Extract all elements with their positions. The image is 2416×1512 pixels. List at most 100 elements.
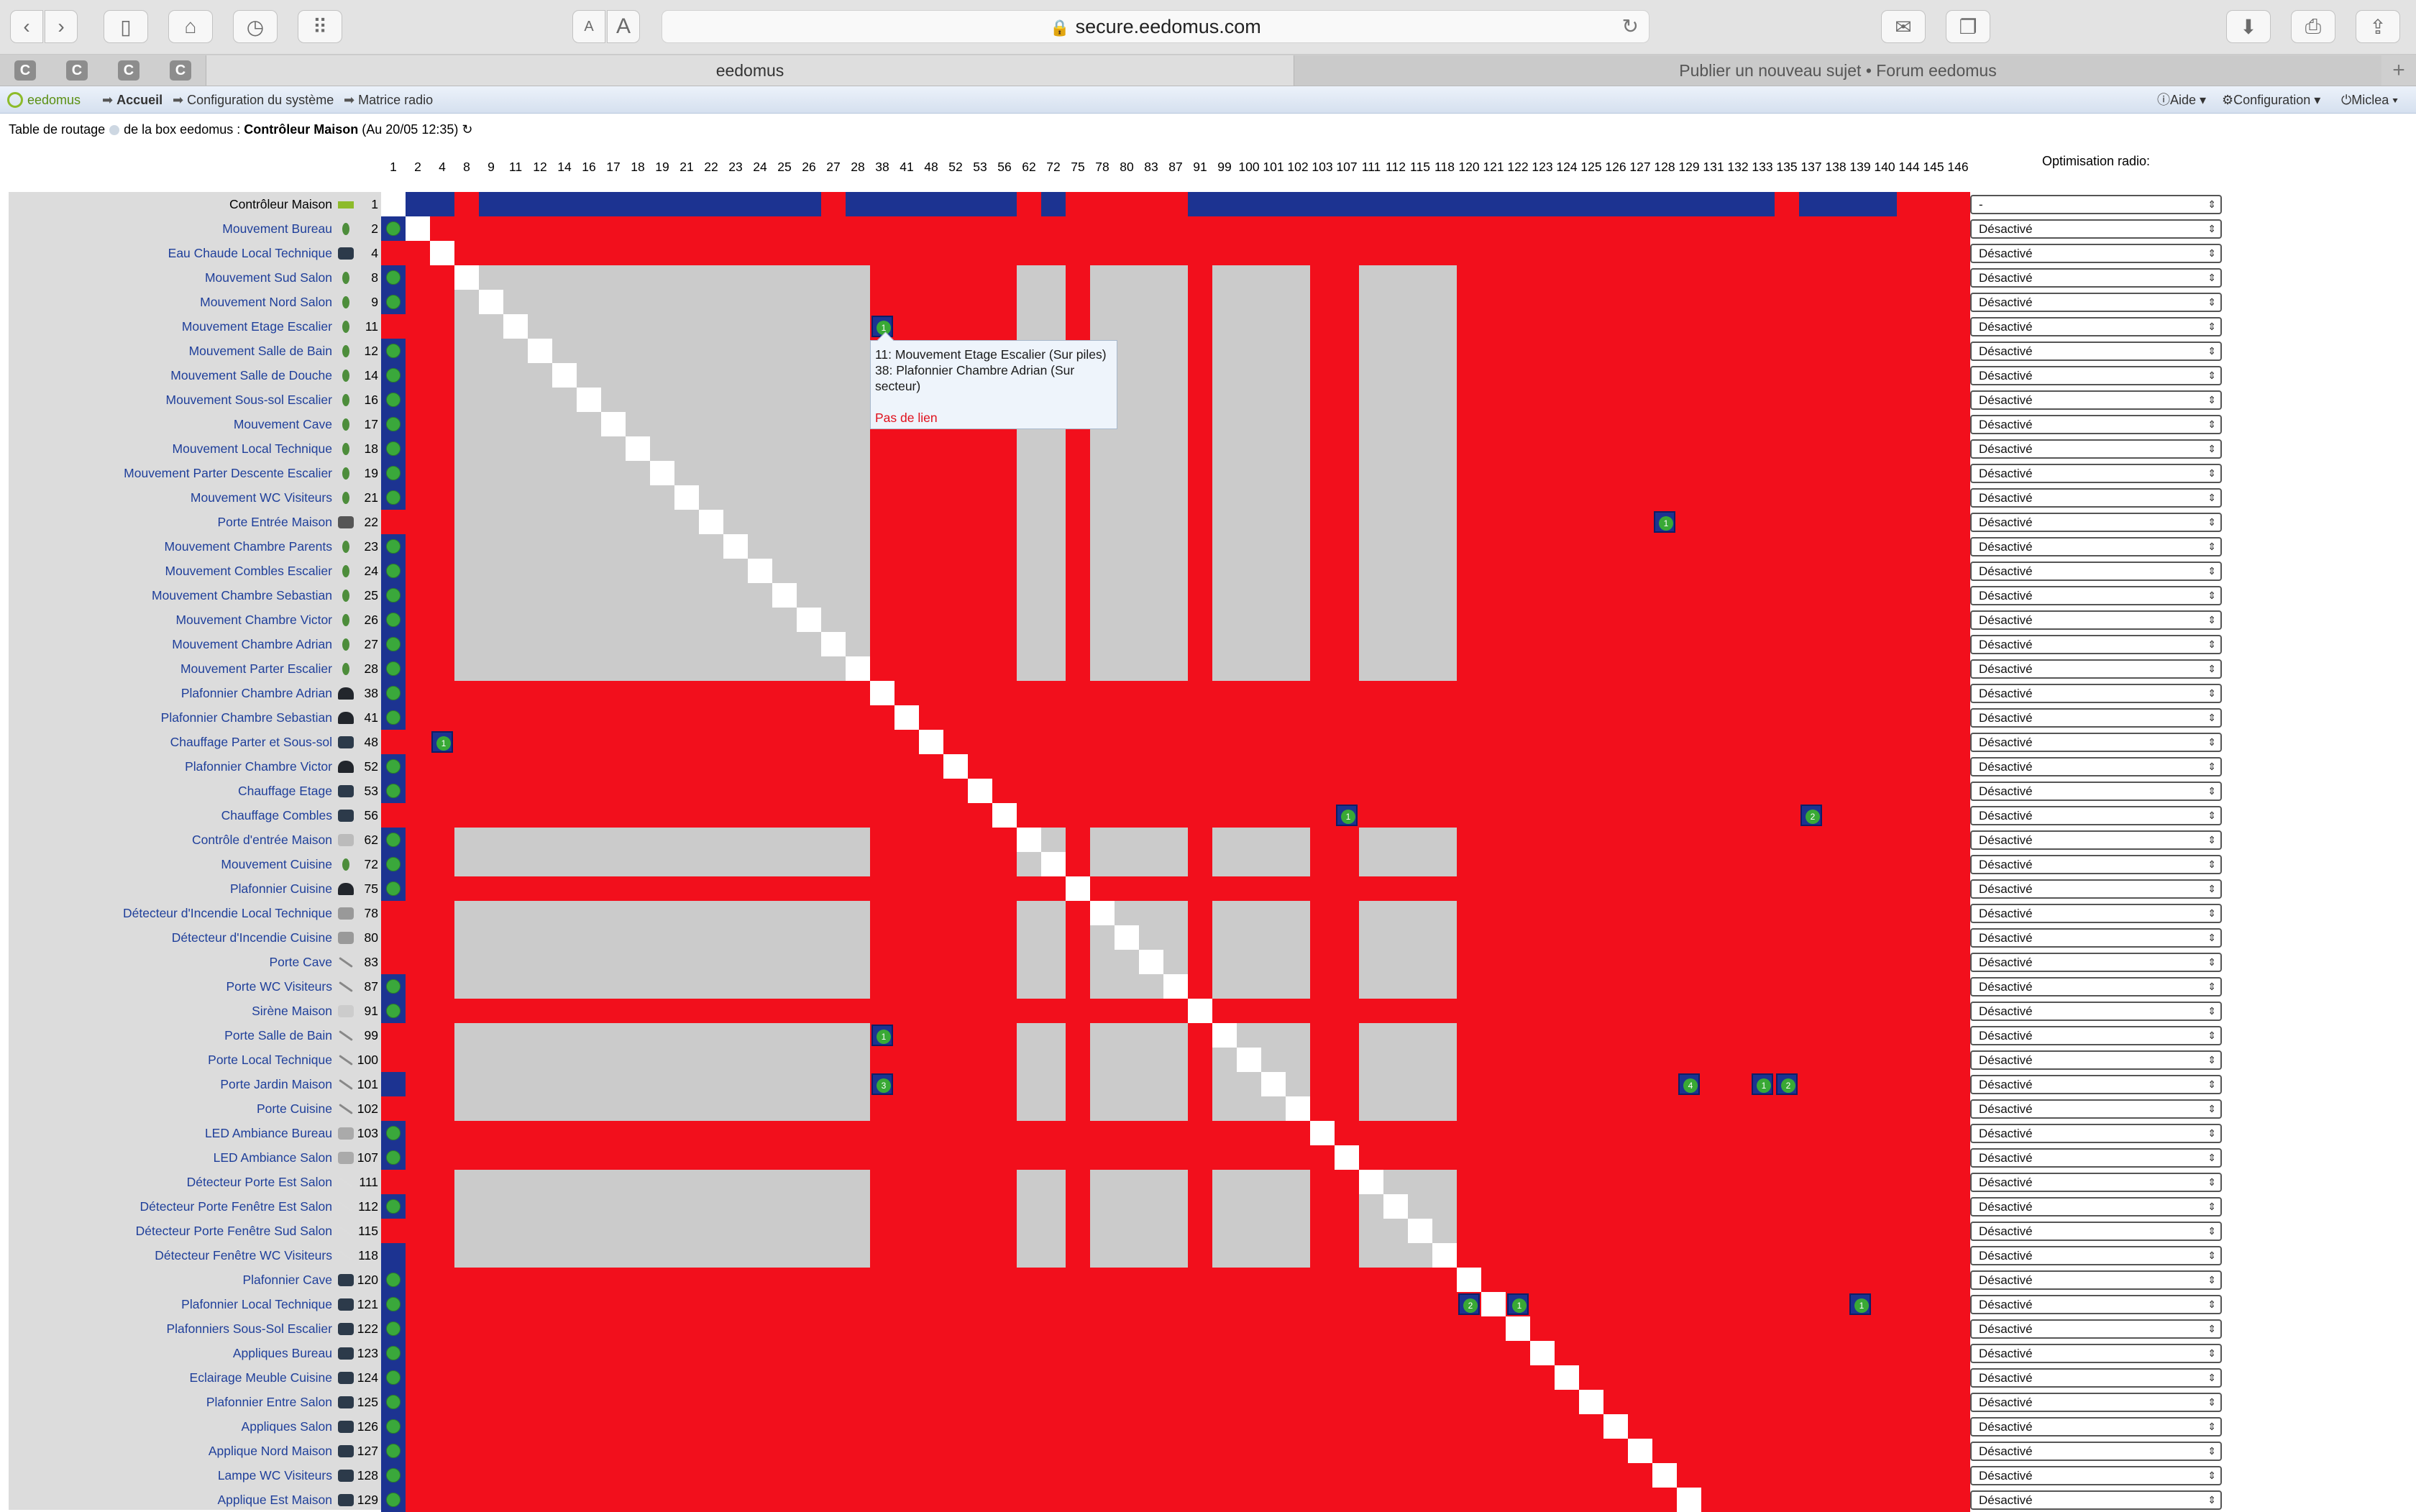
matrix-cell[interactable] <box>797 314 821 339</box>
matrix-cell[interactable] <box>1824 216 1848 241</box>
optimisation-select[interactable]: Désactivé ⇕ <box>1970 1099 2222 1119</box>
matrix-cell[interactable] <box>797 1170 821 1194</box>
matrix-cell[interactable] <box>601 1023 626 1048</box>
optimisation-select[interactable]: Désactivé ⇕ <box>1970 366 2222 385</box>
matrix-cell[interactable] <box>723 436 748 461</box>
matrix-cell[interactable] <box>1359 1292 1383 1316</box>
matrix-cell[interactable] <box>748 779 772 803</box>
matrix-cell[interactable] <box>1603 974 1628 999</box>
matrix-cell[interactable] <box>1261 730 1286 754</box>
matrix-cell[interactable] <box>1603 436 1628 461</box>
matrix-cell[interactable] <box>821 1439 846 1463</box>
matrix-cell[interactable] <box>1432 1341 1457 1365</box>
matrix-cell[interactable] <box>1555 265 1579 290</box>
matrix-cell[interactable] <box>1848 730 1872 754</box>
matrix-cell[interactable] <box>1726 241 1750 265</box>
matrix-cell[interactable] <box>1848 754 1872 779</box>
matrix-cell[interactable] <box>1677 412 1701 436</box>
matrix-cell[interactable] <box>1921 1463 1946 1488</box>
matrix-cell[interactable] <box>552 1219 577 1243</box>
matrix-cell[interactable] <box>1163 1292 1188 1316</box>
matrix-cell[interactable] <box>1677 1341 1701 1365</box>
matrix-cell[interactable] <box>723 1488 748 1512</box>
matrix-cell[interactable] <box>1921 1096 1946 1121</box>
matrix-cell[interactable] <box>1652 632 1677 656</box>
matrix-cell[interactable] <box>626 656 650 681</box>
matrix-cell[interactable] <box>1310 876 1335 901</box>
matrix-cell[interactable] <box>1897 1145 1921 1170</box>
matrix-cell[interactable] <box>894 1365 919 1390</box>
matrix-cell[interactable] <box>1677 265 1701 290</box>
matrix-cell[interactable] <box>1041 485 1066 510</box>
device-row-label[interactable]: Plafonnier Chambre Victor 52 <box>9 754 381 779</box>
matrix-cell[interactable] <box>723 828 748 852</box>
matrix-cell[interactable] <box>870 583 894 608</box>
matrix-cell[interactable] <box>552 241 577 265</box>
matrix-cell[interactable] <box>626 705 650 730</box>
matrix-cell[interactable] <box>1115 1243 1139 1268</box>
matrix-cell[interactable] <box>1628 1488 1652 1512</box>
hop-count-badge[interactable]: 1 <box>871 1025 893 1046</box>
matrix-cell[interactable] <box>1115 876 1139 901</box>
matrix-cell[interactable] <box>748 290 772 314</box>
matrix-cell[interactable] <box>1212 1121 1237 1145</box>
matrix-cell[interactable] <box>1261 1243 1286 1268</box>
matrix-cell[interactable] <box>968 779 992 803</box>
matrix-cell[interactable] <box>1701 534 1726 559</box>
matrix-cell[interactable] <box>1628 534 1652 559</box>
matrix-cell[interactable] <box>1530 1341 1555 1365</box>
matrix-cell[interactable] <box>1652 925 1677 950</box>
matrix-cell[interactable] <box>1115 1096 1139 1121</box>
matrix-cell[interactable] <box>1212 925 1237 950</box>
matrix-cell[interactable] <box>454 608 479 632</box>
matrix-cell[interactable] <box>1212 339 1237 363</box>
matrix-cell[interactable] <box>1212 705 1237 730</box>
matrix-cell[interactable] <box>503 1292 528 1316</box>
matrix-cell[interactable] <box>1017 901 1041 925</box>
matrix-cell[interactable] <box>919 216 943 241</box>
matrix-cell[interactable] <box>1677 1023 1701 1048</box>
matrix-cell[interactable] <box>1579 608 1603 632</box>
matrix-cell[interactable] <box>552 1243 577 1268</box>
matrix-cell[interactable] <box>1017 290 1041 314</box>
matrix-cell[interactable] <box>846 1268 870 1292</box>
matrix-cell[interactable] <box>992 1268 1017 1292</box>
matrix-cell[interactable] <box>1897 1219 1921 1243</box>
matrix-cell[interactable] <box>968 1341 992 1365</box>
matrix-cell[interactable] <box>1188 705 1212 730</box>
matrix-cell[interactable] <box>1775 1219 1799 1243</box>
matrix-cell[interactable] <box>1946 1194 1970 1219</box>
matrix-cell[interactable] <box>1799 779 1824 803</box>
matrix-cell[interactable] <box>1163 1463 1188 1488</box>
matrix-cell[interactable] <box>1897 950 1921 974</box>
matrix-cell[interactable] <box>1775 852 1799 876</box>
matrix-cell[interactable] <box>1579 681 1603 705</box>
matrix-cell[interactable] <box>1726 632 1750 656</box>
matrix-cell[interactable] <box>1726 534 1750 559</box>
matrix-cell[interactable] <box>479 412 503 436</box>
matrix-cell[interactable] <box>1261 1439 1286 1463</box>
matrix-cell[interactable] <box>479 1219 503 1243</box>
matrix-cell[interactable] <box>1628 876 1652 901</box>
device-row-label[interactable]: Détecteur d'Incendie Cuisine 80 <box>9 925 381 950</box>
matrix-cell[interactable] <box>1115 339 1139 363</box>
matrix-cell[interactable] <box>1555 1292 1579 1316</box>
matrix-cell[interactable] <box>1041 1072 1066 1096</box>
matrix-cell[interactable] <box>1799 363 1824 388</box>
matrix-cell[interactable] <box>1775 216 1799 241</box>
matrix-cell[interactable] <box>1628 852 1652 876</box>
optimisation-select[interactable]: Désactivé ⇕ <box>1970 1270 2222 1290</box>
matrix-cell[interactable] <box>1824 241 1848 265</box>
matrix-cell[interactable] <box>626 510 650 534</box>
matrix-cell[interactable] <box>1188 216 1212 241</box>
matrix-cell[interactable] <box>992 1243 1017 1268</box>
matrix-cell[interactable] <box>430 192 454 216</box>
matrix-cell[interactable] <box>772 265 797 290</box>
matrix-cell[interactable] <box>919 510 943 534</box>
matrix-cell[interactable] <box>1946 339 1970 363</box>
matrix-cell[interactable] <box>992 314 1017 339</box>
matrix-cell[interactable] <box>919 559 943 583</box>
matrix-cell[interactable] <box>1824 1048 1848 1072</box>
matrix-cell[interactable] <box>1555 1268 1579 1292</box>
matrix-cell[interactable] <box>846 461 870 485</box>
